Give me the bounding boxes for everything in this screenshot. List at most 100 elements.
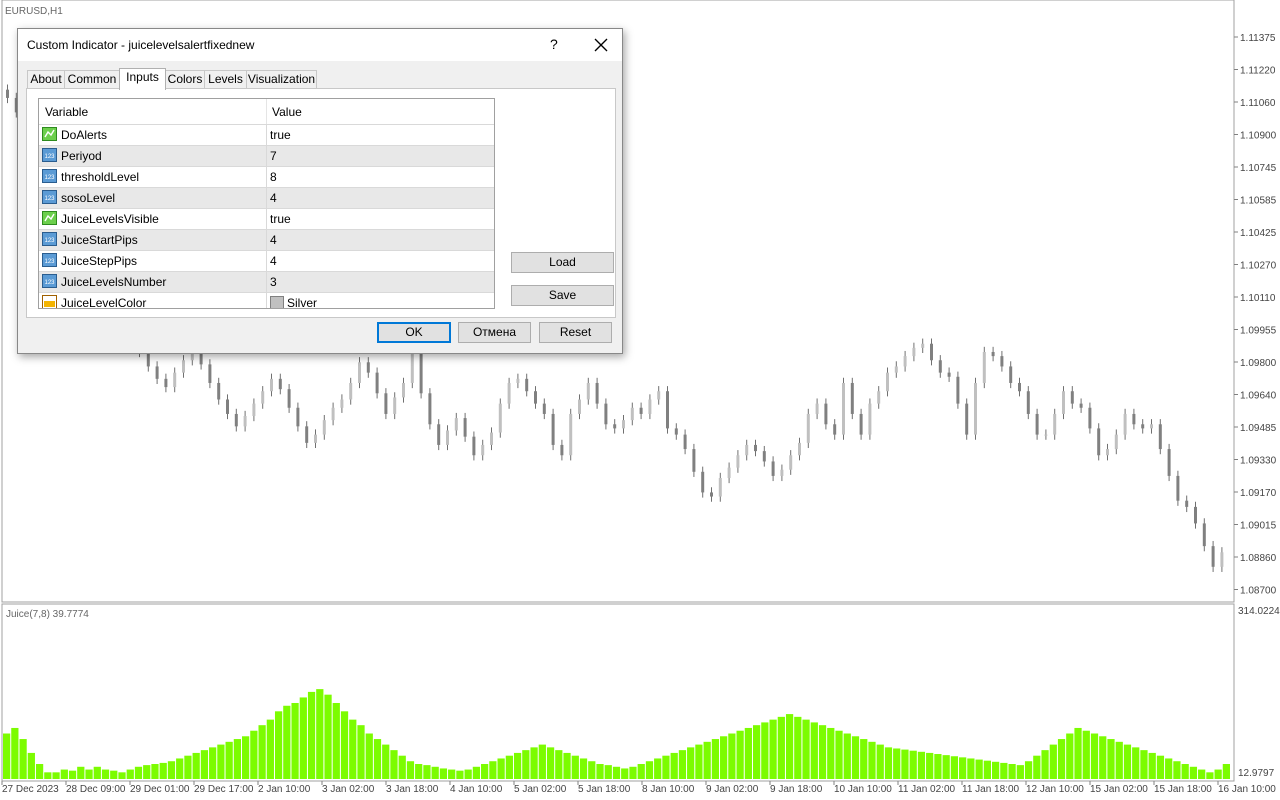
histogram-bar [357, 725, 365, 779]
histogram-bar [398, 755, 406, 779]
param-name: JuiceStepPips [61, 254, 138, 268]
candle-body [252, 403, 256, 417]
candle-body [1202, 523, 1206, 547]
param-value[interactable]: 4 [270, 254, 277, 268]
tab-levels[interactable]: Levels [204, 70, 247, 89]
variable-column-header[interactable]: Variable [45, 105, 88, 119]
param-value[interactable]: 4 [270, 233, 277, 247]
param-value[interactable]: true [270, 212, 291, 226]
param-value[interactable]: 8 [270, 170, 277, 184]
param-row[interactable]: 123 sosoLevel 4 [39, 187, 494, 208]
candle-body [498, 403, 502, 433]
param-row[interactable]: 123 JuiceLevelsNumber 3 [39, 271, 494, 292]
close-icon[interactable] [590, 34, 612, 56]
histogram-bar [505, 755, 513, 779]
reset-button[interactable]: Reset [539, 322, 612, 343]
histogram-bar [1074, 727, 1082, 779]
histogram-bar [35, 764, 44, 779]
histogram-bar [662, 755, 670, 779]
histogram-bar [884, 747, 893, 779]
candle-body [463, 418, 467, 437]
inputs-grid[interactable]: Variable Value DoAlerts true 123 Periyod 7 12… [38, 98, 495, 309]
grid-header: Variable Value [39, 99, 494, 124]
candle-body [965, 403, 969, 435]
candle-body [314, 434, 317, 443]
histogram-bar [926, 752, 934, 779]
cancel-button[interactable]: Отмена [458, 322, 531, 343]
histogram-bar [777, 716, 785, 779]
param-value[interactable]: Silver [287, 296, 317, 308]
time-tick-label: 9 Jan 18:00 [770, 784, 823, 795]
histogram-bar [1165, 758, 1173, 779]
column-divider [266, 188, 267, 208]
candle-body [234, 413, 238, 427]
histogram-bar [530, 747, 538, 779]
histogram-bar [802, 719, 810, 779]
histogram-bar [167, 761, 176, 779]
tab-colors[interactable]: Colors [165, 70, 205, 89]
column-divider [266, 293, 267, 308]
param-row[interactable]: JuiceLevelsVisible true [39, 208, 494, 229]
time-tick-label: 16 Jan 10:00 [1218, 784, 1276, 795]
histogram-bar [1057, 739, 1066, 779]
histogram-bar [299, 697, 307, 779]
param-row[interactable]: 123 Periyod 7 [39, 145, 494, 166]
tab-about[interactable]: About [27, 70, 65, 89]
histogram-bar [563, 752, 571, 779]
candle-body [727, 467, 731, 478]
histogram-bar [604, 765, 612, 779]
time-axis: 27 Dec 2023 28 Dec 09:00 29 Dec 01:00 29 De… [1, 781, 1276, 795]
histogram-bar [1148, 752, 1156, 779]
histogram-bar [365, 733, 373, 779]
param-row[interactable]: 123 JuiceStartPips 4 [39, 229, 494, 250]
param-row[interactable]: DoAlerts true [39, 124, 494, 145]
tab-common[interactable]: Common [64, 70, 120, 89]
histogram-bar [27, 752, 35, 779]
param-name: Periyod [61, 149, 102, 163]
candle-body [701, 471, 705, 493]
histogram-bar [843, 733, 851, 779]
histogram-bar [588, 761, 596, 779]
param-row[interactable]: JuiceLevelColor Silver [39, 292, 494, 308]
candle-body [542, 403, 546, 414]
candle-body [930, 343, 933, 361]
candle-body [349, 382, 353, 400]
time-tick-label: 15 Jan 02:00 [1090, 784, 1148, 795]
histogram-bar [752, 725, 761, 779]
dialog-titlebar[interactable]: Custom Indicator - juicelevelsalertfixed… [18, 29, 622, 61]
candle-body [974, 382, 977, 435]
histogram-bar [1099, 736, 1107, 779]
param-row[interactable]: 123 JuiceStepPips 4 [39, 250, 494, 271]
histogram-bar [1198, 769, 1206, 779]
time-tick-label: 3 Jan 18:00 [386, 784, 439, 795]
time-tick-label: 11 Jan 02:00 [898, 784, 956, 795]
svg-text:123: 123 [44, 196, 55, 202]
candle-body [173, 372, 177, 388]
column-divider [266, 251, 267, 271]
histogram-bar [654, 758, 662, 779]
tab-inputs[interactable]: Inputs [119, 68, 166, 90]
candle-body [155, 366, 159, 379]
tab-visualization[interactable]: Visualization [246, 70, 317, 89]
histogram-bar [612, 766, 621, 779]
param-row[interactable]: 123 thresholdLevel 8 [39, 166, 494, 187]
candle-body [446, 430, 449, 445]
column-divider[interactable] [266, 99, 267, 124]
param-value[interactable]: true [270, 128, 291, 142]
histogram-bar [209, 747, 217, 779]
candle-body [604, 403, 608, 425]
candle-body [639, 407, 643, 414]
param-name: sosoLevel [61, 191, 116, 205]
histogram-bar [340, 711, 349, 779]
param-value[interactable]: 7 [270, 149, 277, 163]
save-button[interactable]: Save [511, 285, 614, 306]
histogram-bar [448, 769, 456, 779]
time-tick-label: 28 Dec 09:00 [66, 784, 126, 795]
load-button[interactable]: Load [511, 252, 614, 273]
help-button[interactable]: ? [550, 36, 558, 52]
ok-button[interactable]: OK [377, 322, 451, 343]
param-value[interactable]: 4 [270, 191, 277, 205]
value-column-header[interactable]: Value [272, 105, 302, 119]
price-tick-label: 1.11220 [1240, 66, 1276, 77]
param-value[interactable]: 3 [270, 275, 277, 289]
